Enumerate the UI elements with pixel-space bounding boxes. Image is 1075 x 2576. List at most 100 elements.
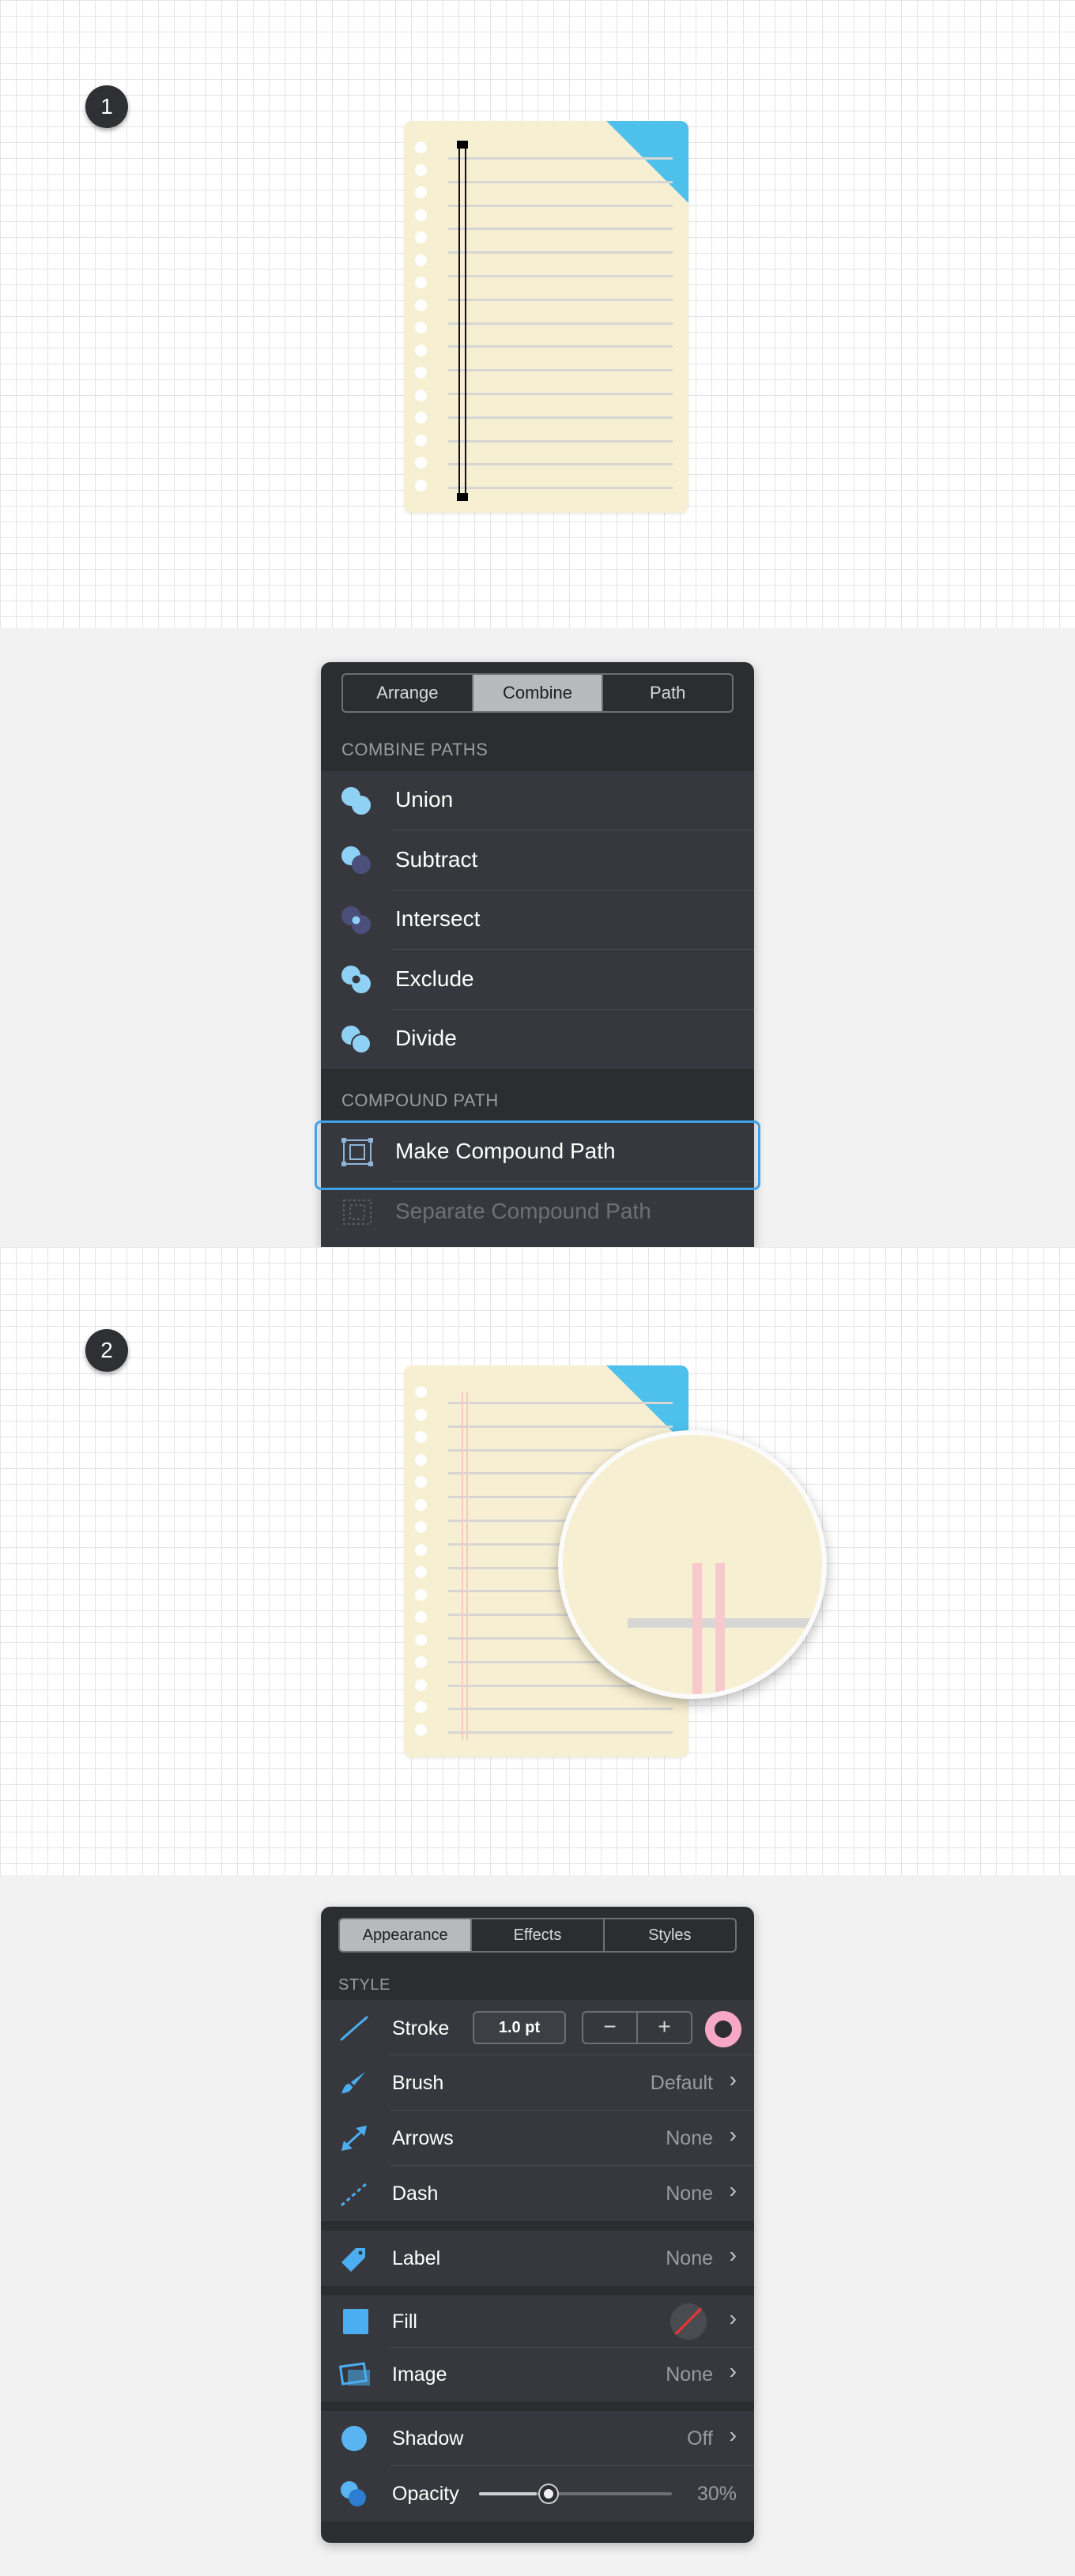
stroke-stepper: − + [582, 2011, 692, 2044]
paper-rule-line [448, 322, 673, 325]
tab-styles[interactable]: Styles [605, 1919, 735, 1951]
paper-hole [415, 186, 427, 198]
paper-hole [415, 277, 427, 288]
dash-row[interactable]: Dash None › [321, 2166, 754, 2221]
paper-hole [415, 232, 427, 243]
opacity-slider-fill [479, 2492, 538, 2495]
intersect-icon [341, 906, 371, 934]
stroke-row[interactable]: Stroke 1.0 pt − + [321, 2000, 754, 2055]
step-badge-1: 1 [85, 85, 128, 128]
make-compound-path-highlight [315, 1120, 760, 1190]
appearance-panel-tabs: Appearance Effects Styles [338, 1918, 737, 1953]
tab-path[interactable]: Path [603, 675, 732, 711]
dash-label: Dash [392, 2182, 439, 2205]
tab-combine[interactable]: Combine [473, 675, 604, 711]
brush-value: Default [650, 2072, 713, 2094]
paper-hole [415, 1453, 427, 1466]
label-row[interactable]: Label None › [321, 2231, 754, 2286]
paper-hole [415, 412, 427, 424]
magnifier-lens [558, 1430, 827, 1699]
paper-hole [415, 1521, 427, 1533]
stroke-width-field[interactable]: 1.0 pt [473, 2011, 566, 2044]
arrows-row[interactable]: Arrows None › [321, 2111, 754, 2166]
paper-rule-line [448, 1425, 673, 1428]
arrows-value: None [666, 2127, 713, 2149]
paper-rule-line [448, 275, 673, 277]
tag-icon [341, 2248, 365, 2272]
paper-hole [415, 457, 427, 469]
stroke-color-swatch[interactable] [705, 2011, 741, 2047]
opacity-slider-track[interactable] [479, 2485, 672, 2503]
stroke-label: Stroke [392, 2017, 450, 2039]
compound-path-header: COMPOUND PATH [341, 1090, 499, 1110]
fill-row[interactable]: Fill › [321, 2295, 754, 2348]
separate-compound-path-row[interactable]: Separate Compound Path [321, 1182, 754, 1247]
paper-rule-line [448, 251, 673, 254]
separate-compound-path-icon [343, 1199, 372, 1225]
combine-section: Arrange Combine Path COMBINE PATHS Union… [0, 628, 1075, 1247]
shadow-icon [341, 2426, 367, 2451]
union-icon [341, 787, 371, 815]
fill-none-swatch[interactable] [670, 2303, 707, 2340]
paper-rule-line [448, 204, 673, 207]
image-value: None [666, 2363, 713, 2386]
notepad-paper [404, 121, 688, 513]
stroke-increment-button[interactable]: + [638, 2013, 691, 2043]
paper-hole [415, 1498, 427, 1511]
union-row[interactable]: Union [321, 771, 754, 830]
stroke-line-icon [340, 2016, 368, 2041]
paper-hole [415, 209, 427, 221]
fill-square-icon [343, 2309, 368, 2334]
label-value: None [666, 2247, 713, 2269]
divide-row[interactable]: Divide [321, 1010, 754, 1069]
paper-rule-line [448, 1731, 673, 1734]
paper-hole [415, 254, 427, 266]
arrows-chevron-icon: › [729, 2122, 737, 2147]
opacity-slider-thumb[interactable] [540, 2485, 558, 2503]
paper-hole [415, 1723, 427, 1736]
paper-hole [415, 479, 427, 491]
brush-row[interactable]: Brush Default › [321, 2055, 754, 2111]
fill-chevron-icon: › [729, 2306, 737, 2330]
paper-hole [415, 299, 427, 311]
dash-icon [341, 2182, 368, 2207]
paper-rule-line [448, 369, 673, 372]
opacity-row[interactable]: Opacity 30% [321, 2466, 754, 2521]
selection-handle-top[interactable] [457, 141, 468, 149]
divide-icon [341, 1026, 372, 1054]
selection-handle-bottom[interactable] [457, 493, 468, 501]
paper-hole [415, 1611, 427, 1623]
exclude-row[interactable]: Exclude [321, 950, 754, 1010]
fill-label: Fill [392, 2310, 417, 2333]
shadow-chevron-icon: › [729, 2423, 737, 2447]
paper-rule-line [448, 298, 673, 301]
intersect-label: Intersect [395, 906, 481, 931]
paper-hole [415, 434, 427, 446]
opacity-icon [341, 2481, 366, 2506]
margin-line-selection[interactable] [457, 141, 468, 501]
brush-icon [341, 2072, 365, 2093]
divide-label: Divide [395, 1026, 457, 1050]
stroke-decrement-button[interactable]: − [583, 2013, 638, 2043]
image-row[interactable]: Image None › [321, 2348, 754, 2401]
tab-arrange[interactable]: Arrange [343, 675, 473, 711]
shadow-row[interactable]: Shadow Off › [321, 2411, 754, 2466]
paper-corner [606, 121, 688, 203]
paper-hole [415, 1476, 427, 1488]
separate-compound-path-label: Separate Compound Path [395, 1199, 651, 1223]
label-chevron-icon: › [729, 2243, 737, 2267]
canvas-step1: 1 [0, 0, 1075, 628]
paper-hole [415, 1588, 427, 1601]
paper-hole [415, 1408, 427, 1421]
shadow-value: Off [687, 2427, 713, 2450]
intersect-row[interactable]: Intersect [321, 891, 754, 950]
paper-rule-line [448, 228, 673, 231]
pink-margin-line[interactable] [462, 1392, 468, 1740]
exclude-icon [341, 966, 371, 993]
paper-hole [415, 1431, 427, 1443]
tab-appearance[interactable]: Appearance [340, 1919, 473, 1951]
subtract-row[interactable]: Subtract [321, 830, 754, 891]
paper-rule-line [448, 1708, 673, 1711]
tab-effects[interactable]: Effects [472, 1919, 605, 1951]
paper-rule-line [448, 345, 673, 348]
